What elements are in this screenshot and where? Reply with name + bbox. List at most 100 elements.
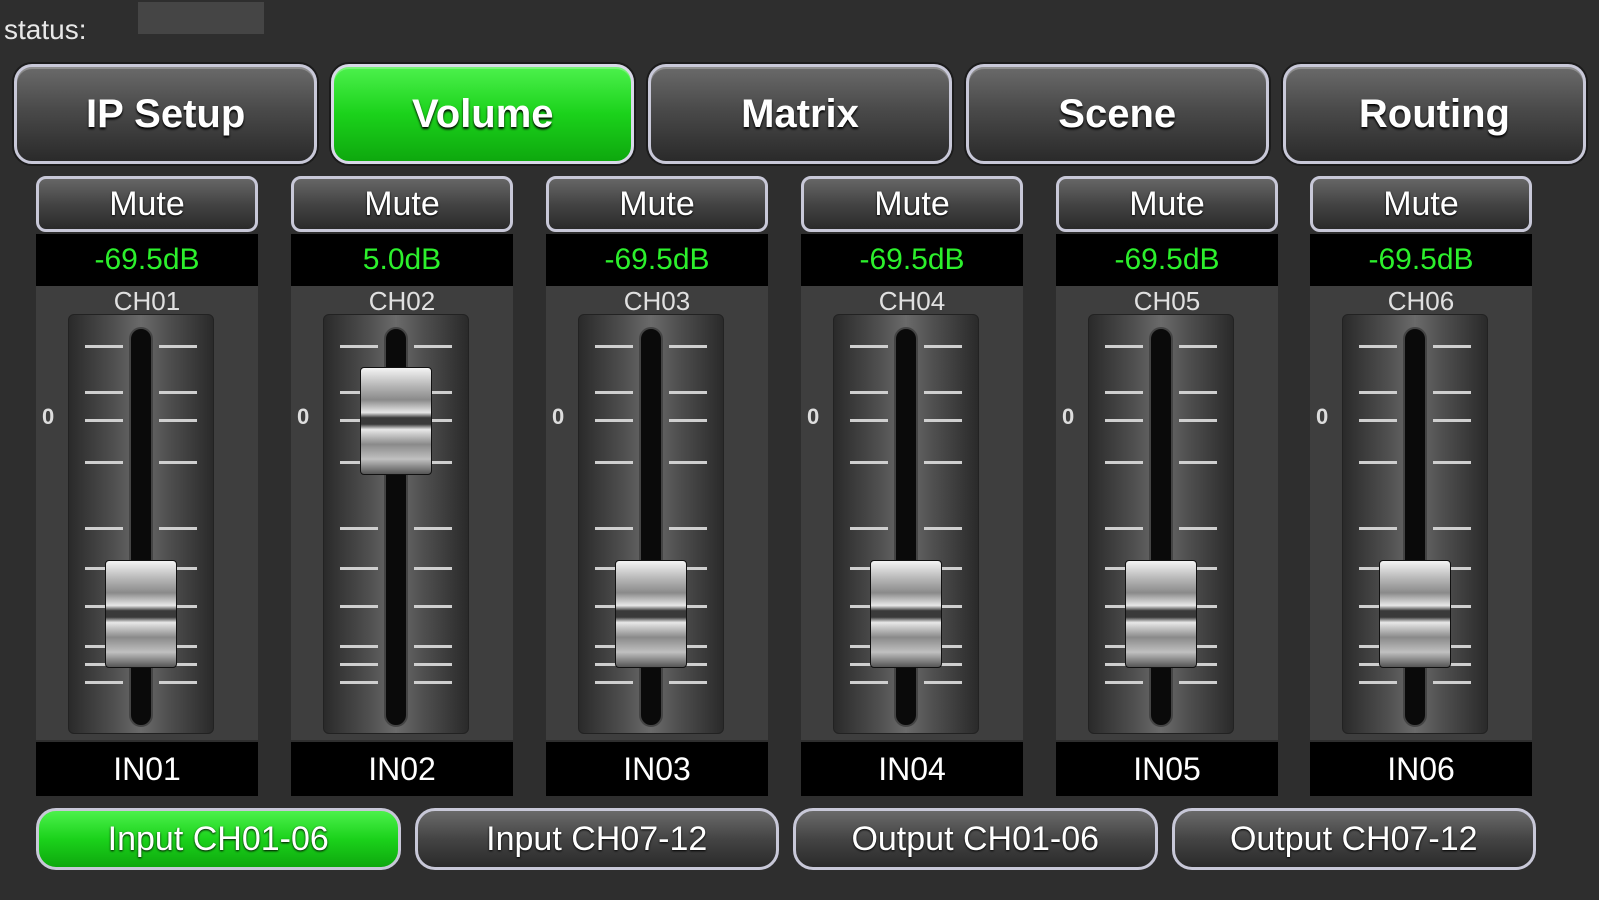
fader-knob[interactable]	[615, 559, 687, 668]
status-label: status:	[4, 14, 87, 45]
bank-tabs: Input CH01-06 Input CH07-12 Output CH01-…	[36, 808, 1536, 870]
fader-tick	[1105, 527, 1143, 530]
fader-tick	[414, 345, 452, 348]
mute-button[interactable]: Mute	[801, 176, 1023, 232]
tab-matrix[interactable]: Matrix	[648, 64, 952, 164]
fader-tick	[1105, 345, 1143, 348]
fader-tick	[1179, 681, 1217, 684]
fader-tick	[414, 527, 452, 530]
fader-tick	[85, 461, 123, 464]
zero-db-mark: 0	[552, 404, 565, 429]
fader-panel: CH04 0	[801, 286, 1023, 740]
fader-tick	[340, 345, 378, 348]
fader-tick	[414, 645, 452, 648]
fader-tick	[850, 419, 888, 422]
fader-tick	[159, 681, 197, 684]
fader-track[interactable]	[1342, 314, 1488, 734]
mute-button[interactable]: Mute	[1310, 176, 1532, 232]
fader-tick	[669, 461, 707, 464]
tab-volume[interactable]: Volume	[331, 64, 635, 164]
channel-name: CH01	[113, 286, 181, 316]
channel-name: CH04	[878, 286, 946, 316]
fader-knob[interactable]	[870, 559, 942, 668]
zero-db-mark: 0	[1316, 404, 1329, 429]
fader-track[interactable]	[1088, 314, 1234, 734]
fader-tick	[1433, 345, 1471, 348]
fader-tick	[1359, 461, 1397, 464]
fader-tick	[1179, 461, 1217, 464]
fader-tick	[159, 527, 197, 530]
fader-tick	[1179, 391, 1217, 394]
fader-tick	[414, 567, 452, 570]
input-label: IN01	[36, 742, 258, 796]
fader-tick	[85, 391, 123, 394]
fader-tick	[85, 345, 123, 348]
fader-tick	[1179, 527, 1217, 530]
fader-tick	[669, 419, 707, 422]
channel-strip-3: Mute -69.5dB CH03 0 IN03	[546, 176, 768, 796]
fader-track[interactable]	[833, 314, 979, 734]
fader-tick	[1433, 419, 1471, 422]
fader-tick	[1359, 681, 1397, 684]
tab-input-ch07-12[interactable]: Input CH07-12	[414, 808, 779, 870]
tab-routing[interactable]: Routing	[1282, 64, 1587, 164]
fader-tick	[850, 461, 888, 464]
level-readout: -69.5dB	[1310, 234, 1532, 286]
channel-strip-5: Mute -69.5dB CH05 0 IN05	[1056, 176, 1278, 796]
tab-output-ch01-06[interactable]: Output CH01-06	[793, 808, 1158, 870]
mute-button[interactable]: Mute	[1056, 176, 1278, 232]
zero-db-mark: 0	[42, 404, 55, 429]
channel-name: CH03	[623, 286, 691, 316]
fader-tick	[595, 461, 633, 464]
fader-knob[interactable]	[1125, 559, 1197, 668]
fader-tick	[340, 567, 378, 570]
mute-button[interactable]: Mute	[546, 176, 768, 232]
fader-tick	[669, 527, 707, 530]
channel-name: CH06	[1387, 286, 1455, 316]
channel-strips: Mute -69.5dB CH01 0 IN01 Mute 5.0dB CH02…	[36, 176, 1532, 796]
zero-db-mark: 0	[807, 404, 820, 429]
fader-tick	[159, 419, 197, 422]
tab-scene[interactable]: Scene	[965, 64, 1269, 164]
tab-ip-setup[interactable]: IP Setup	[14, 64, 318, 164]
fader-panel: CH03 0	[546, 286, 768, 740]
fader-tick	[924, 527, 962, 530]
channel-strip-1: Mute -69.5dB CH01 0 IN01	[36, 176, 258, 796]
fader-knob[interactable]	[1379, 559, 1451, 668]
tab-output-ch07-12[interactable]: Output CH07-12	[1171, 808, 1536, 870]
fader-tick	[924, 345, 962, 348]
fader-tick	[85, 527, 123, 530]
fader-tick	[1359, 345, 1397, 348]
fader-tick	[595, 527, 633, 530]
main-tabs: IP Setup Volume Matrix Scene Routing	[14, 64, 1587, 164]
zero-db-mark: 0	[297, 404, 310, 429]
fader-tick	[595, 419, 633, 422]
fader-tick	[159, 461, 197, 464]
fader-knob[interactable]	[360, 367, 432, 476]
fader-tick	[1179, 345, 1217, 348]
fader-tick	[924, 461, 962, 464]
fader-tick	[159, 391, 197, 394]
fader-tick	[1105, 419, 1143, 422]
mute-button[interactable]: Mute	[36, 176, 258, 232]
fader-tick	[669, 391, 707, 394]
fader-tick	[1359, 419, 1397, 422]
fader-panel: CH06 0	[1310, 286, 1532, 740]
fader-tick	[85, 419, 123, 422]
fader-tick	[1105, 461, 1143, 464]
fader-tick	[924, 681, 962, 684]
fader-track[interactable]	[323, 314, 469, 734]
fader-track[interactable]	[578, 314, 724, 734]
channel-strip-4: Mute -69.5dB CH04 0 IN04	[801, 176, 1023, 796]
fader-tick	[1433, 527, 1471, 530]
fader-tick	[414, 663, 452, 666]
fader-tick	[850, 527, 888, 530]
fader-track[interactable]	[68, 314, 214, 734]
tab-input-ch01-06[interactable]: Input CH01-06	[36, 808, 401, 870]
fader-tick	[340, 681, 378, 684]
mute-button[interactable]: Mute	[291, 176, 513, 232]
input-label: IN02	[291, 742, 513, 796]
zero-db-mark: 0	[1062, 404, 1075, 429]
fader-knob[interactable]	[105, 559, 177, 668]
fader-tick	[669, 681, 707, 684]
